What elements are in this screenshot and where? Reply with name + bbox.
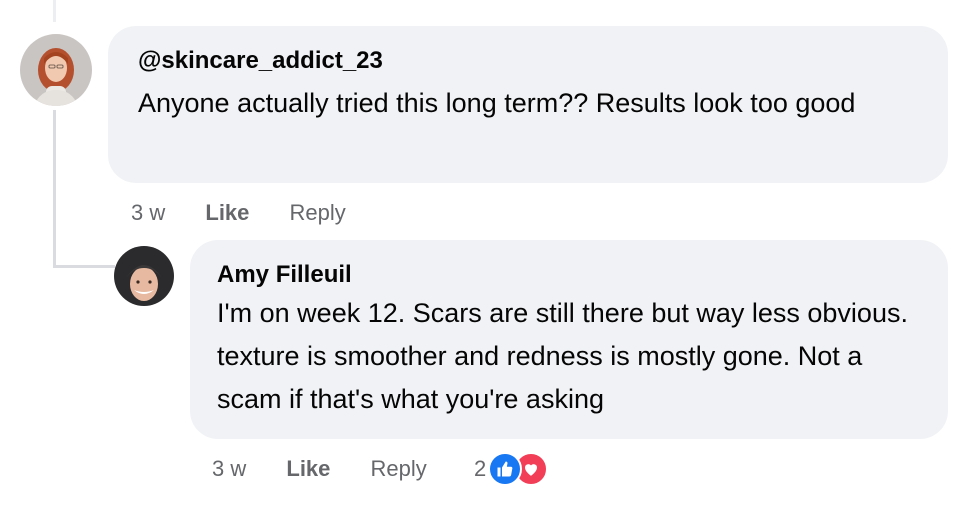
thread-line-top-stub <box>53 0 56 22</box>
comment-actions: 3 w Like Reply <box>131 200 346 226</box>
reply-actions: 3 w Like Reply <box>212 456 427 482</box>
reaction-summary[interactable]: 2 <box>474 452 549 486</box>
like-button[interactable]: Like <box>205 200 249 225</box>
reply-timestamp[interactable]: 3 w <box>212 456 246 481</box>
reply-reply-button[interactable]: Reply <box>371 456 427 481</box>
comment-timestamp[interactable]: 3 w <box>131 200 165 225</box>
thread-line-horizontal <box>53 265 115 268</box>
reaction-count: 2 <box>474 456 487 481</box>
reply-like-button[interactable]: Like <box>286 456 330 481</box>
avatar-woman-beanie-icon <box>114 246 174 306</box>
reply-text: I'm on week 12. Scars are still there bu… <box>217 298 908 414</box>
reply-author-avatar[interactable] <box>114 246 174 306</box>
reply-bubble: Amy Filleuil I'm on week 12. Scars are s… <box>190 240 948 439</box>
thread-line-vertical <box>53 110 56 268</box>
reply-author[interactable]: Amy Filleuil <box>217 260 922 290</box>
like-icon <box>488 452 523 486</box>
comment-author[interactable]: @skincare_addict_23 <box>138 46 918 76</box>
avatar-woman-red-hair-icon <box>20 34 92 106</box>
commenter-avatar[interactable] <box>20 34 92 106</box>
reply-button[interactable]: Reply <box>290 200 346 225</box>
comment-text: Anyone actually tried this long term?? R… <box>138 88 856 118</box>
comment-bubble: @skincare_addict_23 Anyone actually trie… <box>108 26 948 183</box>
